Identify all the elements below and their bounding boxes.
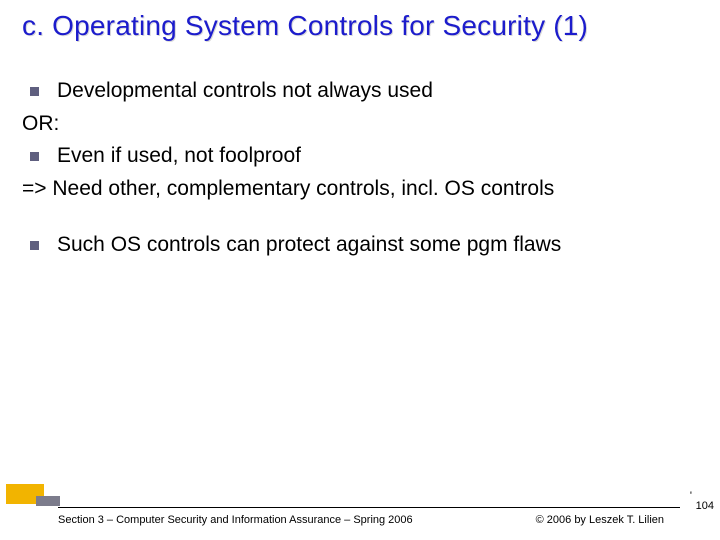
bullet-item-1: Developmental controls not always used	[22, 75, 698, 108]
page-number: 104	[696, 500, 714, 512]
spacer	[22, 205, 698, 229]
plain-line-need: => Need other, complementary controls, i…	[22, 173, 698, 206]
bullet-icon	[30, 87, 39, 96]
plain-line-or: OR:	[22, 108, 698, 141]
bullet-text: Developmental controls not always used	[57, 75, 433, 108]
page-apostrophe: '	[690, 490, 692, 502]
bullet-text: Even if used, not foolproof	[57, 140, 301, 173]
footer-right-text: © 2006 by Leszek T. Lilien	[536, 514, 664, 526]
footer-divider	[58, 507, 680, 508]
bullet-item-2: Even if used, not foolproof	[22, 140, 698, 173]
footer-left-text: Section 3 – Computer Security and Inform…	[58, 514, 413, 526]
slide: c. Operating System Controls for Securit…	[0, 0, 720, 540]
corner-decoration	[0, 484, 56, 506]
bullet-icon	[30, 152, 39, 161]
slide-body: Developmental controls not always used O…	[22, 75, 698, 262]
bullet-text: Such OS controls can protect against som…	[57, 229, 561, 262]
deco-gray-block	[36, 496, 60, 506]
bullet-icon	[30, 241, 39, 250]
bullet-item-3: Such OS controls can protect against som…	[22, 229, 698, 262]
slide-title: c. Operating System Controls for Securit…	[22, 10, 700, 42]
